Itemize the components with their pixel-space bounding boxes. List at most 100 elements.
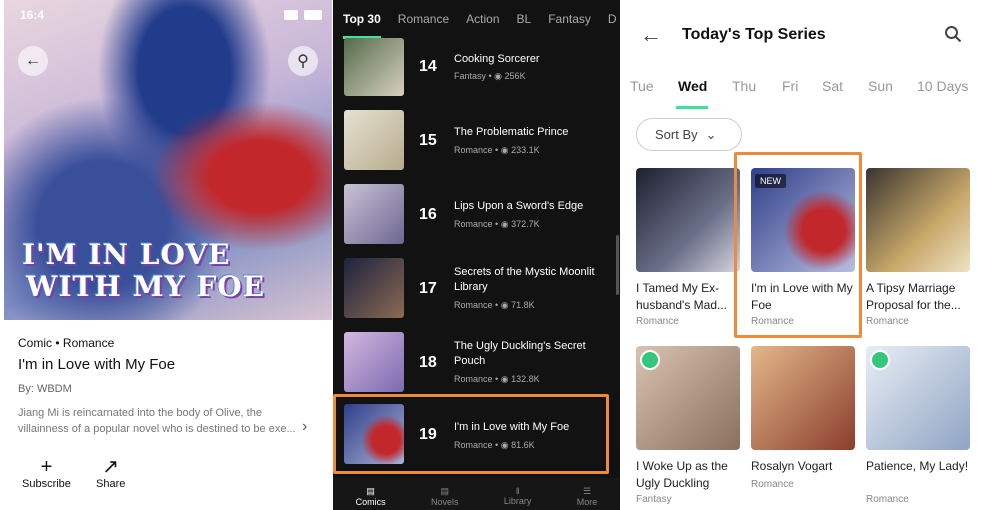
ranking-panel: Top 30 Romance Action BL Fantasy D 14 Co…	[333, 0, 620, 510]
row-thumbnail	[344, 332, 404, 392]
tab-tue[interactable]: Tue	[630, 78, 654, 94]
nav-library-label: Library	[503, 496, 532, 506]
row-genre: Romance	[454, 300, 493, 310]
series-card[interactable]: I Woke Up as the Ugly Duckling Fantasy	[636, 346, 740, 505]
subscribe-button[interactable]: + Subscribe	[22, 456, 71, 490]
series-card[interactable]: Patience, My Lady! Romance	[866, 346, 970, 505]
clock-icon	[640, 350, 660, 370]
book-icon: ▤	[440, 486, 450, 496]
series-title: I'm in Love with My Foe	[18, 356, 176, 373]
day-tabs: Tue Wed Thu Fri Sat Sun 10 Days	[622, 72, 982, 109]
sort-by-button[interactable]: Sort By ⌄	[636, 118, 742, 151]
card-image	[636, 168, 740, 272]
row-title: Cooking Sorcerer	[454, 53, 540, 65]
series-detail-panel: 16:4 ← ⚲ I'M IN LOVE WITH MY FOE Comic •…	[4, 0, 332, 510]
scrollbar[interactable]	[616, 235, 619, 295]
highlight-frame	[333, 394, 609, 474]
row-genre: Romance	[454, 219, 493, 229]
row-rank: 14	[419, 58, 437, 75]
eye-icon: ◉	[500, 145, 509, 155]
back-icon[interactable]: ←	[18, 46, 48, 76]
tab-sat[interactable]: Sat	[822, 78, 843, 94]
nav-library[interactable]: ‖ Library	[504, 478, 532, 510]
comics-icon: ▤	[366, 486, 375, 496]
row-views: 132.8K	[511, 374, 540, 384]
meta-genre: Romance	[62, 336, 115, 350]
eye-icon: ◉	[500, 300, 509, 310]
row-title: Secrets of the Mystic Moonlit Library	[454, 266, 595, 293]
page-title: Today's Top Series	[682, 26, 826, 43]
tab-fri[interactable]: Fri	[782, 78, 798, 94]
series-card[interactable]: Rosalyn Vogart Romance	[751, 346, 855, 490]
search-icon[interactable]	[944, 25, 962, 43]
chevron-right-icon[interactable]: ›	[302, 418, 307, 436]
row-rank: 16	[419, 206, 437, 223]
card-title: A Tipsy Marriage Proposal for the...	[866, 281, 961, 312]
row-title: The Ugly Duckling's Secret Pouch	[454, 340, 586, 367]
tab-thu[interactable]: Thu	[732, 78, 756, 94]
nav-comics[interactable]: ▤ Comics	[356, 478, 386, 510]
row-views: 256K	[504, 71, 526, 81]
eye-icon: ◉	[494, 71, 503, 81]
battery-icon	[304, 10, 322, 20]
row-genre: Romance	[454, 145, 493, 155]
sort-label: Sort By	[655, 127, 698, 142]
card-title: Rosalyn Vogart	[751, 459, 833, 473]
tab-indicator	[676, 106, 708, 109]
card-image	[866, 346, 970, 450]
clock-icon	[870, 350, 890, 370]
row-thumbnail	[344, 110, 404, 170]
series-description[interactable]: Jiang Mi is reincarnated into the body o…	[18, 405, 298, 437]
series-card[interactable]: I Tamed My Ex-husband's Mad... Romance	[636, 168, 740, 327]
row-sub: Romance • ◉ 132.8K	[454, 374, 540, 384]
card-image	[751, 346, 855, 450]
library-icon: ‖	[515, 486, 520, 496]
series-author: By: WBDM	[18, 383, 72, 395]
tab-wed[interactable]: Wed	[678, 78, 707, 94]
row-genre: Romance	[454, 374, 493, 384]
series-card[interactable]: A Tipsy Marriage Proposal for the... Rom…	[866, 168, 970, 327]
card-title: I Woke Up as the Ugly Duckling	[636, 459, 728, 490]
row-sub: Romance • ◉ 71.8K	[454, 300, 535, 310]
card-image	[636, 346, 740, 450]
row-views: 233.1K	[511, 145, 540, 155]
eye-icon: ◉	[500, 374, 509, 384]
row-rank: 15	[419, 132, 437, 149]
nav-novels[interactable]: ▤ Novels	[431, 478, 459, 510]
nav-novels-label: Novels	[431, 497, 459, 507]
row-rank: 17	[419, 280, 437, 297]
highlight-frame	[734, 152, 862, 338]
row-sub: Fantasy • ◉ 256K	[454, 71, 526, 81]
search-icon[interactable]: ⚲	[288, 46, 318, 76]
nav-more[interactable]: ☰ More	[577, 478, 598, 510]
row-views: 71.8K	[511, 300, 535, 310]
meta-separator: •	[55, 336, 63, 350]
eye-icon: ◉	[500, 219, 509, 229]
tab-10-days[interactable]: 10 Days	[917, 78, 968, 94]
tab-fantasy[interactable]: Fantasy	[548, 12, 591, 26]
card-genre: Romance	[636, 316, 679, 327]
card-genre: Fantasy	[636, 494, 672, 505]
card-genre: Romance	[866, 494, 909, 505]
tab-romance[interactable]: Romance	[398, 12, 449, 26]
card-genre: Romance	[866, 316, 909, 327]
tab-sun[interactable]: Sun	[868, 78, 893, 94]
tab-more[interactable]: D	[608, 12, 617, 26]
row-thumbnail	[344, 258, 404, 318]
card-image	[866, 168, 970, 272]
subscribe-label: Subscribe	[22, 478, 71, 490]
series-meta: Comic • Romance	[18, 336, 114, 350]
row-title: Lips Upon a Sword's Edge	[454, 200, 584, 212]
share-button[interactable]: ↗ Share	[96, 456, 125, 490]
wifi-icon	[284, 10, 298, 20]
genre-tabs: Top 30 Romance Action BL Fantasy D	[333, 0, 620, 39]
meta-type: Comic	[18, 336, 53, 350]
status-time: 16:4	[20, 8, 45, 22]
tab-action[interactable]: Action	[466, 12, 499, 26]
tab-top-30[interactable]: Top 30	[343, 12, 381, 26]
menu-icon: ☰	[583, 486, 592, 496]
tab-bl[interactable]: BL	[517, 12, 532, 26]
top-series-panel: ← Today's Top Series Tue Wed Thu Fri Sat…	[622, 0, 982, 510]
back-arrow-icon[interactable]: ←	[640, 22, 662, 48]
share-label: Share	[96, 478, 126, 490]
